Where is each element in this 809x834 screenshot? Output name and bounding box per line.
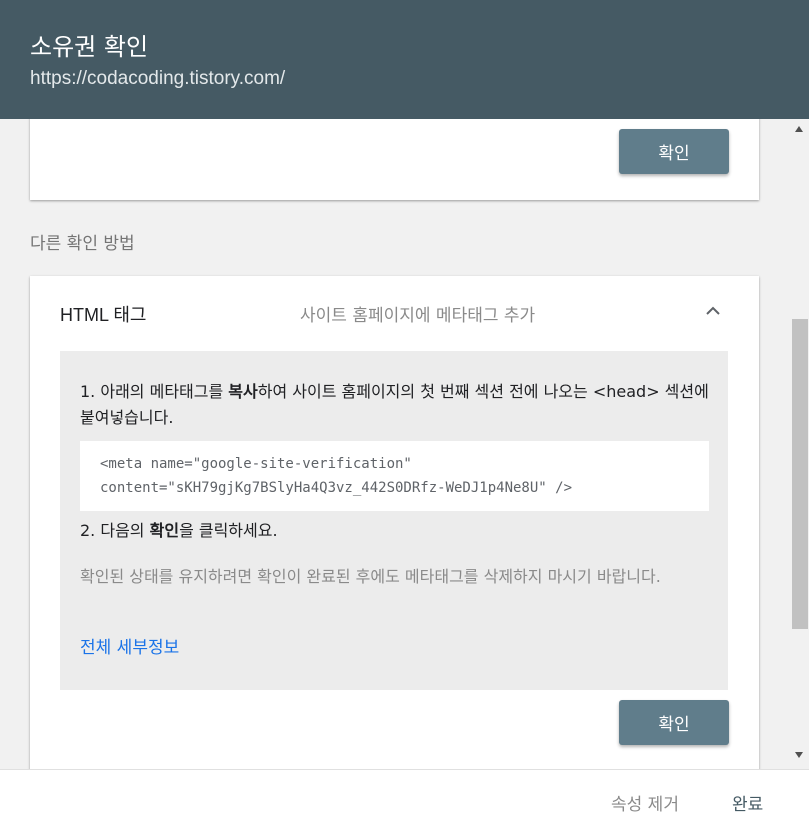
chevron-up-icon[interactable] [704,302,722,320]
step-1-text: 1. 아래의 메타태그를 복사하여 사이트 홈페이지의 첫 번째 섹션 전에 나… [80,382,709,427]
method-name: HTML 태그 [60,305,147,325]
verify-button-top[interactable]: 확인 [619,129,729,174]
step-2-text: 2. 다음의 확인을 클릭하세요. [80,521,278,540]
dialog-header: 소유권 확인 https://codacoding.tistory.com/ [0,0,809,119]
method-description: 사이트 홈페이지에 메타태그 추가 [300,306,536,326]
scroll-up-arrow-icon[interactable] [795,126,803,132]
keep-tag-note: 확인된 상태를 유지하려면 확인이 완료된 후에도 메타태그를 삭제하지 마시기… [80,567,661,586]
property-url: https://codacoding.tistory.com/ [30,68,286,89]
remove-property-button[interactable]: 속성 제거 [611,790,679,815]
recommended-method-card: 확인 [30,119,759,200]
dialog-content[interactable]: 확인 다른 확인 방법 HTML 태그 사이트 홈페이지에 메타태그 추가 1.… [0,119,809,769]
verify-button[interactable]: 확인 [619,700,729,745]
html-tag-card-header[interactable]: HTML 태그 사이트 홈페이지에 메타태그 추가 [30,276,759,350]
dialog-footer: 속성 제거 완료 [0,769,809,834]
scroll-down-arrow-icon[interactable] [795,752,803,758]
done-button[interactable]: 완료 [732,790,763,815]
dialog-title: 소유권 확인 [30,33,149,61]
meta-tag-code[interactable]: <meta name="google-site-verification" co… [80,441,709,511]
vertical-scrollbar[interactable] [790,119,809,769]
instructions-panel: 1. 아래의 메타태그를 복사하여 사이트 홈페이지의 첫 번째 섹션 전에 나… [60,351,728,690]
scrollbar-thumb[interactable] [792,319,808,629]
full-details-link[interactable]: 전체 세부정보 [80,633,179,658]
html-tag-card: HTML 태그 사이트 홈페이지에 메타태그 추가 1. 아래의 메타태그를 복… [30,276,759,769]
other-methods-heading: 다른 확인 방법 [30,234,135,254]
